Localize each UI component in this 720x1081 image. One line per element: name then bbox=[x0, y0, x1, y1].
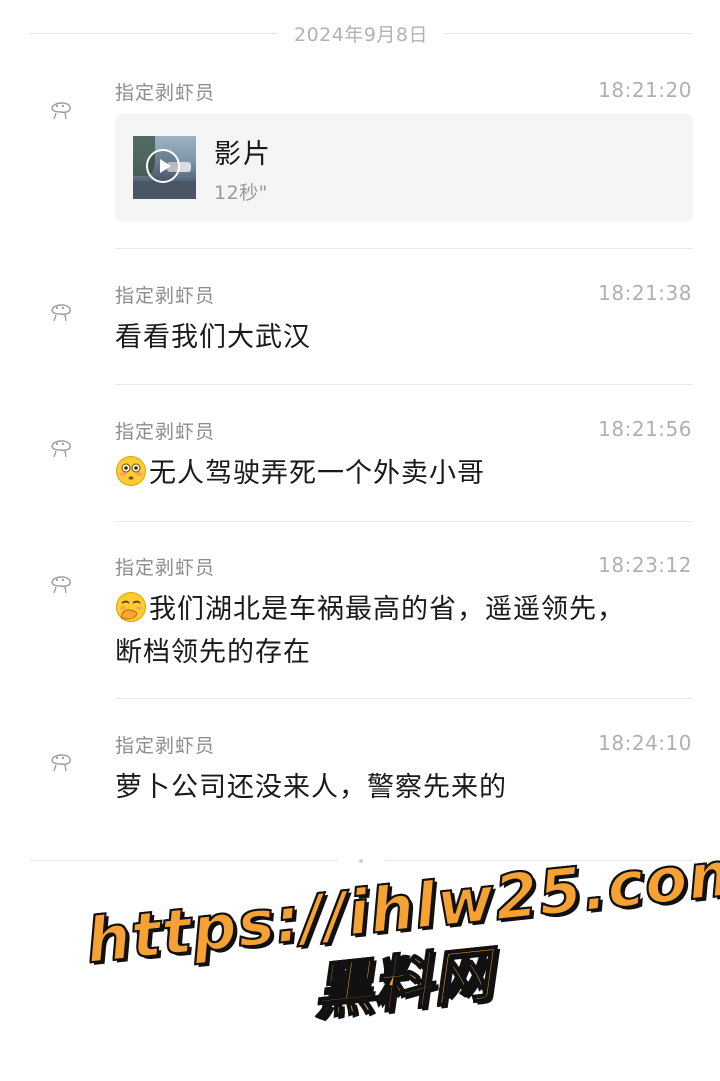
message-time: 18:21:38 bbox=[598, 281, 692, 305]
end-of-list-separator bbox=[30, 859, 692, 863]
message-text: 萝卜公司还没来人，警察先来的 bbox=[115, 772, 507, 803]
watermark-site-name: 黑料网 bbox=[308, 939, 496, 1029]
message-divider bbox=[115, 384, 693, 385]
separator-line bbox=[444, 32, 692, 34]
avatar-sketch-icon bbox=[51, 440, 71, 458]
play-icon[interactable] bbox=[146, 149, 180, 183]
date-label: 2024年9月8日 bbox=[293, 23, 429, 46]
sender-name: 指定剥虾员 bbox=[115, 285, 216, 307]
message-time: 18:21:20 bbox=[598, 78, 692, 102]
video-thumbnail[interactable] bbox=[133, 136, 196, 199]
watermark-overlay: https://ihlw25.com 黑料网 bbox=[82, 834, 720, 1081]
avatar[interactable] bbox=[46, 568, 76, 598]
message-text: 无人驾驶弄死一个外卖小哥 bbox=[149, 458, 485, 489]
avatar[interactable] bbox=[46, 746, 76, 776]
video-duration: 12秒" bbox=[214, 182, 268, 204]
date-separator: 2024年9月8日 bbox=[30, 18, 692, 48]
avatar[interactable] bbox=[46, 432, 76, 462]
message-text-row: 无人驾驶弄死一个外卖小哥 bbox=[115, 452, 695, 495]
message-text: 看看我们大武汉 bbox=[115, 322, 311, 353]
message-text-row: 我们湖北是车祸最高的省，遥遥领先， 断档领先的存在 bbox=[115, 588, 695, 674]
avatar[interactable] bbox=[46, 94, 76, 124]
hand-over-mouth-emoji-icon bbox=[115, 591, 147, 623]
message-time: 18:24:10 bbox=[598, 731, 692, 755]
avatar-sketch-icon bbox=[51, 102, 71, 120]
message-time: 18:23:12 bbox=[598, 553, 692, 577]
video-message-card[interactable]: 影片 12秒" bbox=[115, 114, 693, 221]
message-text-line-1: 我们湖北是车祸最高的省，遥遥领先， bbox=[149, 594, 625, 625]
avatar-sketch-icon bbox=[51, 754, 71, 772]
message-divider bbox=[115, 698, 693, 699]
sender-name: 指定剥虾员 bbox=[115, 557, 216, 579]
flushed-face-emoji-icon bbox=[115, 455, 147, 487]
message-time: 18:21:56 bbox=[598, 417, 692, 441]
video-title: 影片 bbox=[214, 139, 272, 170]
avatar-sketch-icon bbox=[51, 576, 71, 594]
avatar[interactable] bbox=[46, 296, 76, 326]
sender-name: 指定剥虾员 bbox=[115, 421, 216, 443]
message-text-line-2: 断档领先的存在 bbox=[115, 637, 311, 668]
separator-line bbox=[30, 32, 278, 34]
sender-name: 指定剥虾员 bbox=[115, 735, 216, 757]
message-divider bbox=[115, 521, 693, 522]
sender-name: 指定剥虾员 bbox=[115, 82, 216, 104]
avatar-sketch-icon bbox=[51, 304, 71, 322]
message-divider bbox=[115, 248, 693, 249]
